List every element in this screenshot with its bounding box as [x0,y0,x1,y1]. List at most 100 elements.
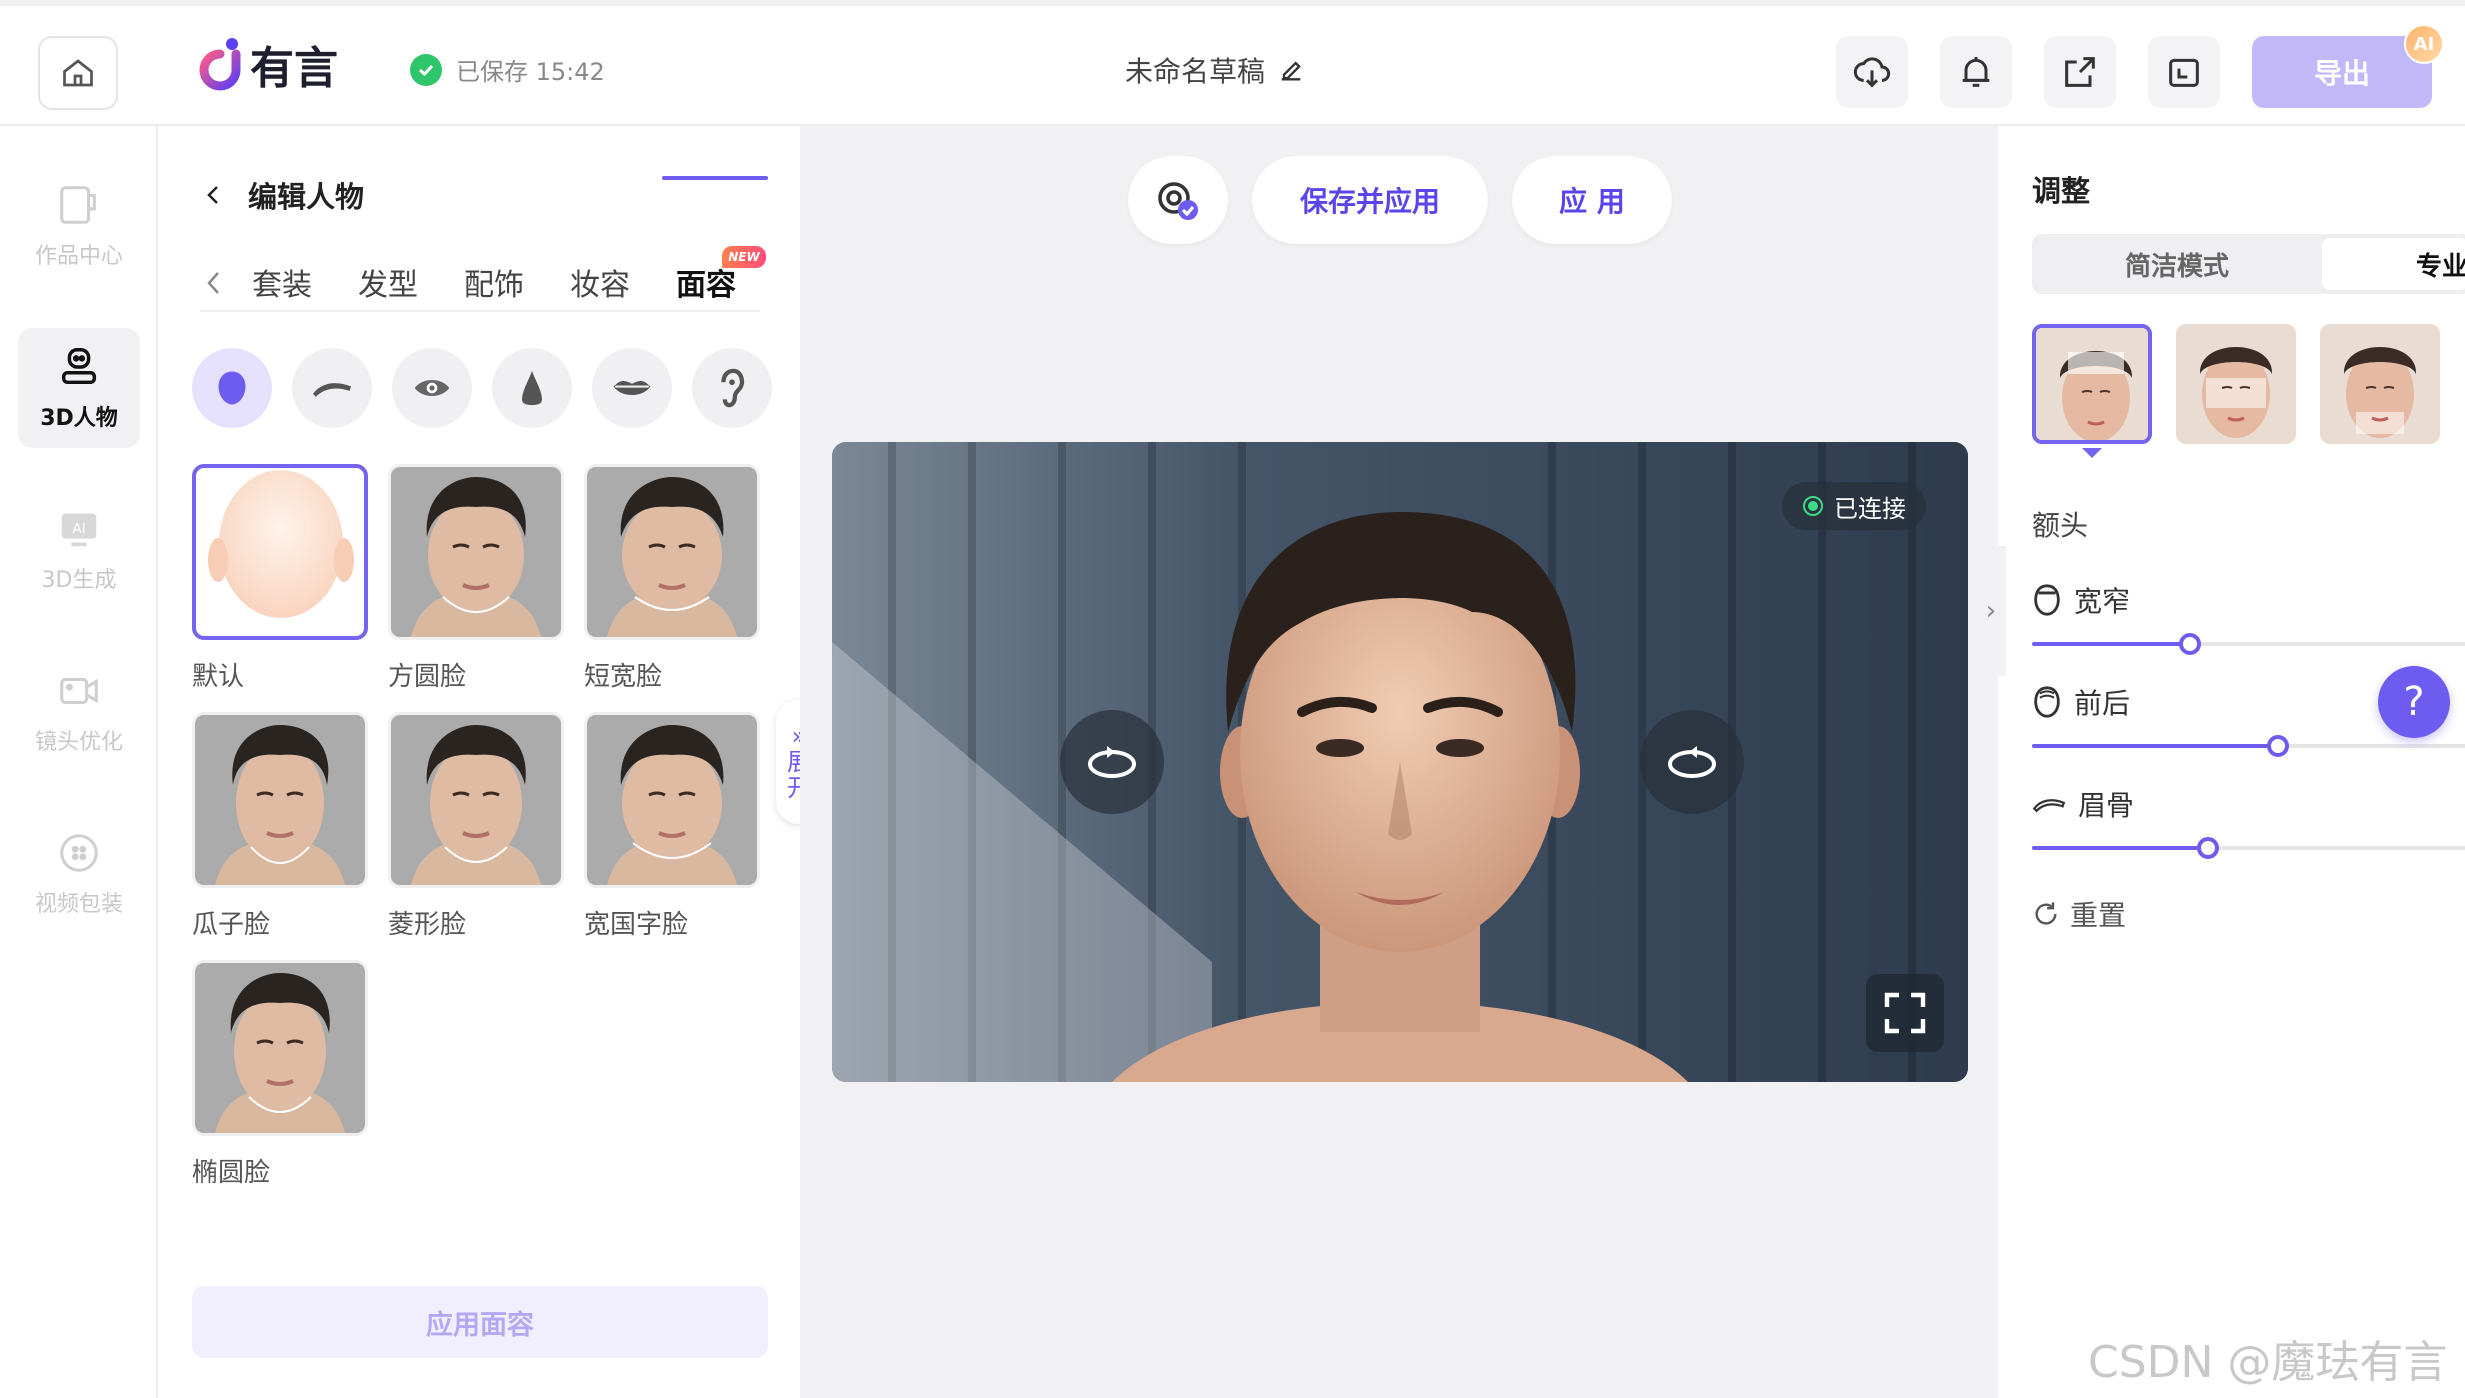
face-label-diamond: 菱形脸 [388,910,467,940]
3d-viewport[interactable]: 已连接 [832,442,1968,1082]
share-icon [2065,57,2095,87]
feature-eyebrow[interactable] [292,348,372,428]
forehead-depth-icon [2034,686,2060,718]
history-button[interactable] [2148,36,2220,108]
app-logo: 有言 [196,24,338,104]
draft-title[interactable]: 未命名草稿 [1125,50,1305,90]
slider-fill [2032,744,2279,748]
param-width: 宽窄 [2032,580,2130,620]
face-option-square-round[interactable] [388,464,564,640]
check-icon [410,53,442,86]
share-button[interactable] [2044,36,2116,108]
reset-icon [2035,902,2057,925]
region-thumb-forehead[interactable] [2032,324,2152,444]
nav-label: 视频包装 [34,892,123,917]
nav-item-video-pack[interactable]: 视频包装 [18,814,140,934]
logo-text: 有言 [250,43,338,94]
reset-button[interactable]: 重置 [2032,894,2126,934]
face-preview [587,467,757,637]
feature-ear[interactable] [692,348,772,428]
save-and-apply-button[interactable]: 保存并应用 [1252,156,1488,244]
eye-icon [414,380,450,396]
active-tab-indicator [662,176,768,180]
slider-depth[interactable] [2032,735,2465,757]
rotate-left-button[interactable] [1060,710,1164,814]
ai-generate-icon: AI [61,513,97,547]
ai-badge: AI [2404,24,2444,64]
mode-simple[interactable]: 简洁模式 [2032,234,2322,294]
mode-professional[interactable]: 专业 [2322,238,2465,290]
face-region-preview [2036,328,2148,440]
apply-button[interactable]: 应 用 [1512,156,1672,244]
nav-item-camera-optimize[interactable]: 镜头优化 [18,652,140,772]
back-arrow-icon[interactable] [202,183,226,207]
tab-hair[interactable]: 发型 [358,260,418,304]
slider-knob[interactable] [2179,633,2202,655]
face-option-short-wide[interactable] [584,464,760,640]
face-region-preview [2320,324,2440,444]
face-preview [195,715,365,885]
camera-check-icon [1158,182,1198,220]
slider-width[interactable] [2032,633,2465,655]
selected-indicator-icon [2082,448,2102,458]
reset-label: 重置 [2070,899,2127,932]
slider-brow-bone[interactable] [2032,837,2465,859]
status-dot-icon [1803,496,1823,516]
home-button[interactable] [38,36,118,110]
face-label-oval: 椭圆脸 [192,1158,271,1188]
rotate-right-icon [1668,746,1716,778]
region-thumb-midface[interactable] [2176,324,2296,444]
help-button[interactable]: ? [2378,666,2450,738]
save-status: 已保存 15:42 [410,52,605,87]
ear-icon [721,368,745,408]
category-tabs: 套装 发型 配饰 妆容 面容 [200,256,760,312]
mode-toggle: 简洁模式 专业 [2032,234,2465,294]
tab-makeup[interactable]: 妆容 [570,260,630,304]
slider-knob[interactable] [2267,735,2290,757]
face-label-default: 默认 [192,662,245,692]
tab-prev-icon[interactable] [204,270,224,296]
chevron-right-icon: › [1985,596,1997,626]
notification-button[interactable] [1940,36,2012,108]
feature-face-shape[interactable] [192,348,272,428]
person-3d-icon [61,348,97,385]
feature-eye[interactable] [392,348,472,428]
face-label-melon-seed: 瓜子脸 [192,910,271,940]
face-label-wide-square: 宽国字脸 [584,910,689,940]
preview-canvas: 保存并应用 应 用 已连接 [800,126,1998,1398]
feature-lips[interactable] [592,348,672,428]
camera-settings-button[interactable] [1128,156,1228,244]
video-pack-icon [60,834,98,872]
section-label-forehead: 额头 [2032,509,2089,542]
param-brow-bone: 眉骨 [2032,784,2134,824]
face-option-oval[interactable] [192,960,368,1136]
param-depth: 前后 [2032,682,2130,722]
rotate-right-button[interactable] [1640,710,1744,814]
param-label: 眉骨 [2078,789,2135,822]
region-thumb-chin[interactable] [2320,324,2440,444]
slider-fill [2032,642,2191,646]
avatar-render [832,442,1968,1082]
face-region-preview [2176,324,2296,444]
tab-suit[interactable]: 套装 [252,260,312,304]
nav-item-3d-person[interactable]: 3D人物 [18,328,140,448]
face-label-square-round: 方圆脸 [388,662,467,692]
face-option-wide-square[interactable] [584,712,760,888]
lips-icon [613,381,651,395]
cloud-download-button[interactable] [1836,36,1908,108]
fullscreen-button[interactable] [1866,974,1944,1052]
panel-title-text: 编辑人物 [248,180,365,214]
slider-knob[interactable] [2197,837,2219,859]
apply-face-button[interactable]: 应用面容 [192,1286,768,1358]
feature-nose[interactable] [492,348,572,428]
cloud-download-icon [1853,57,1891,88]
face-option-melon-seed[interactable] [192,712,368,888]
tab-accessory[interactable]: 配饰 [464,260,524,304]
face-option-diamond[interactable] [388,712,564,888]
nav-item-3d-generate[interactable]: AI 3D生成 [18,490,140,610]
face-shape-icon [218,371,246,405]
edit-pencil-icon[interactable] [1277,56,1305,84]
nav-item-works[interactable]: 作品中心 [18,166,140,286]
collapse-panel-button[interactable]: › [1976,546,2006,676]
face-option-default[interactable] [192,464,368,640]
